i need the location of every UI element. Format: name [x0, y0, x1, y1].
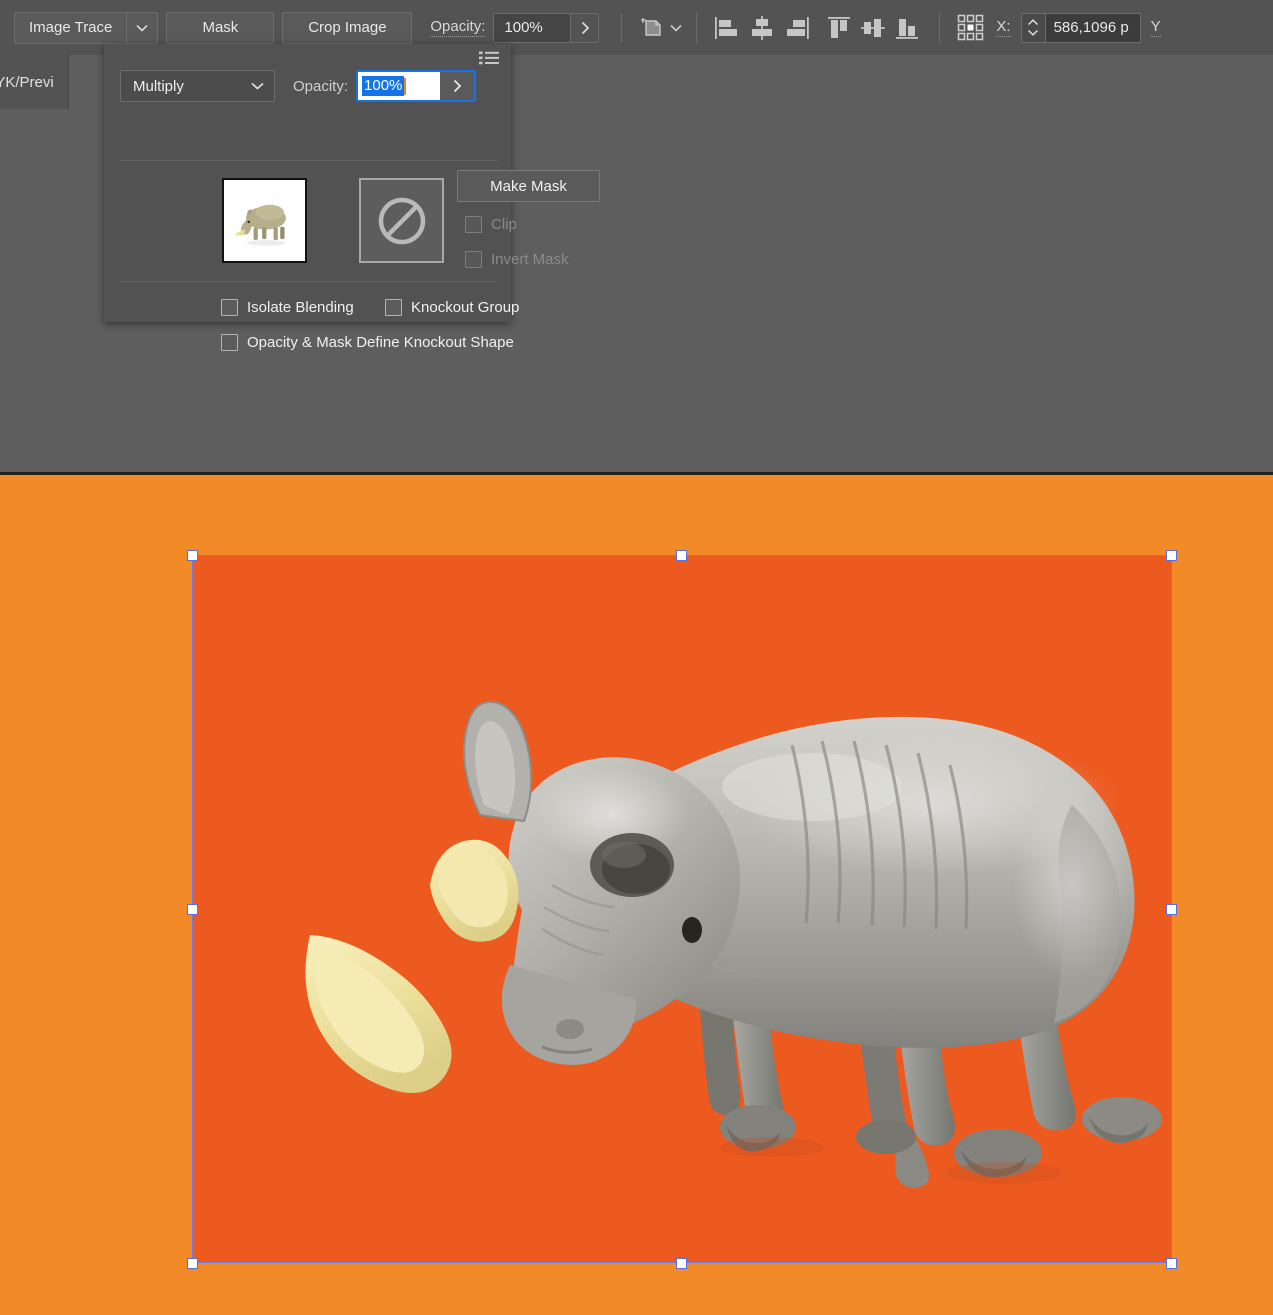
- opacity-expand-button[interactable]: [571, 12, 600, 43]
- selection-handle-top-center[interactable]: [676, 550, 687, 561]
- align-center-vertical-icon: [861, 18, 886, 37]
- panel-opacity-label: Opacity:: [293, 77, 349, 95]
- document-tab[interactable]: CMYK/Previ: [0, 55, 69, 109]
- panel-divider-top: [120, 160, 497, 161]
- make-mask-label: Make Mask: [490, 177, 567, 195]
- opacity-mask-knockout-checkbox[interactable]: [221, 334, 238, 351]
- align-left-icon: [715, 16, 738, 39]
- transform-artboard-button[interactable]: [636, 12, 670, 44]
- align-top-icon: [828, 16, 851, 38]
- x-coordinate-field-group: 586,1096 p: [1020, 12, 1141, 43]
- reference-point-grid-icon: [958, 14, 984, 40]
- align-group-divider: [696, 12, 698, 43]
- selection-handle-middle-right[interactable]: [1166, 904, 1177, 915]
- align-bottom-icon: [896, 18, 919, 39]
- make-mask-button[interactable]: Make Mask: [457, 170, 600, 202]
- selection-handle-top-right[interactable]: [1166, 550, 1177, 561]
- selection-handle-bottom-right[interactable]: [1166, 1258, 1177, 1269]
- selection-handle-middle-left[interactable]: [187, 904, 198, 915]
- chevron-right-icon: [453, 79, 462, 93]
- isolate-blending-row[interactable]: Isolate Blending: [221, 299, 354, 316]
- panel-opacity-value: 100%: [362, 76, 405, 96]
- mask-label: Mask: [202, 19, 239, 36]
- opacity-value: 100%: [504, 19, 543, 36]
- chevron-right-icon: [581, 21, 590, 34]
- placed-rhino-image[interactable]: [192, 555, 1172, 1263]
- align-left-button[interactable]: [711, 12, 745, 44]
- crop-image-button[interactable]: Crop Image: [282, 11, 413, 44]
- stepper-up-icon: [1028, 19, 1039, 26]
- rhino-thumbnail-image: [224, 180, 305, 261]
- blend-and-opacity-row: Multiply Opacity: 100%: [120, 70, 497, 102]
- reference-point-button[interactable]: [954, 12, 988, 44]
- stepper-down-icon: [1028, 29, 1039, 36]
- panel-menu-icon: [479, 51, 499, 65]
- blend-mode-select[interactable]: Multiply: [120, 70, 275, 102]
- invert-mask-checkbox[interactable]: [465, 251, 482, 268]
- panel-menu-button[interactable]: [479, 51, 499, 70]
- align-right-icon: [787, 16, 810, 39]
- image-trace-button[interactable]: Image Trace: [14, 11, 127, 44]
- align-top-button[interactable]: [823, 12, 857, 44]
- selection-handle-bottom-left[interactable]: [187, 1258, 198, 1269]
- illustrator-window: CMYK/Previ Image Trace Mask Crop Image O: [0, 0, 1273, 1315]
- isolate-blending-label: Isolate Blending: [247, 299, 354, 316]
- mask-button[interactable]: Mask: [166, 11, 275, 44]
- text-caret: [404, 77, 407, 95]
- blend-mode-value: Multiply: [133, 77, 184, 95]
- align-center-vertical-button[interactable]: [857, 12, 891, 44]
- mask-thumbnail[interactable]: [359, 178, 444, 263]
- knockout-group-label: Knockout Group: [411, 299, 520, 316]
- knockout-group-row[interactable]: Knockout Group: [385, 299, 519, 316]
- opacity-input[interactable]: 100%: [493, 12, 572, 43]
- chevron-down-icon: [136, 24, 148, 32]
- x-stepper[interactable]: [1020, 12, 1045, 43]
- panel-opacity-expand-button[interactable]: [440, 72, 475, 100]
- rhino-figurine-artwork: [192, 555, 1172, 1263]
- artwork-thumbnail[interactable]: [222, 178, 307, 263]
- invert-mask-checkbox-row[interactable]: Invert Mask: [465, 251, 569, 268]
- x-coordinate-input[interactable]: 586,1096 p: [1044, 12, 1141, 43]
- align-right-button[interactable]: [779, 12, 813, 44]
- x-coordinate-value: 586,1096 p: [1053, 19, 1129, 36]
- transparency-panel: Multiply Opacity: 100% Make Mask Clip In…: [104, 44, 600, 351]
- align-center-horizontal-button[interactable]: [745, 12, 779, 44]
- artboard-transform-icon: [641, 17, 662, 36]
- clip-checkbox-row[interactable]: Clip: [465, 216, 517, 233]
- opacity-mask-knockout-label: Opacity & Mask Define Knockout Shape: [247, 334, 514, 351]
- chevron-down-icon: [251, 82, 264, 90]
- align-bottom-button[interactable]: [891, 12, 925, 44]
- opacity-mask-knockout-row[interactable]: Opacity & Mask Define Knockout Shape: [221, 334, 514, 351]
- transform-group-divider: [939, 12, 941, 43]
- clip-checkbox[interactable]: [465, 216, 482, 233]
- crop-image-label: Crop Image: [308, 19, 387, 36]
- clip-label: Clip: [491, 216, 517, 233]
- align-center-horizontal-icon: [752, 15, 773, 40]
- document-tab-label: CMYK/Previ: [0, 73, 54, 91]
- toolbar-divider: [621, 12, 623, 43]
- knockout-group-checkbox[interactable]: [385, 299, 402, 316]
- x-coordinate-label: X:: [996, 18, 1011, 37]
- panel-divider-bottom: [120, 281, 497, 282]
- panel-opacity-input[interactable]: 100%: [356, 70, 477, 102]
- thumbnails-row: [222, 178, 444, 263]
- image-trace-preset-dropdown[interactable]: [126, 11, 159, 44]
- selection-handle-top-left[interactable]: [187, 550, 198, 561]
- no-mask-icon: [378, 197, 425, 244]
- isolate-blending-checkbox[interactable]: [221, 299, 238, 316]
- y-coordinate-label: Y: [1150, 18, 1161, 37]
- image-trace-label: Image Trace: [29, 19, 113, 36]
- transform-dropdown-chevron-down-icon[interactable]: [670, 24, 682, 32]
- opacity-label: Opacity:: [430, 18, 486, 37]
- invert-mask-label: Invert Mask: [491, 251, 569, 268]
- selection-handle-bottom-center[interactable]: [676, 1258, 687, 1269]
- document-canvas[interactable]: [0, 475, 1273, 1315]
